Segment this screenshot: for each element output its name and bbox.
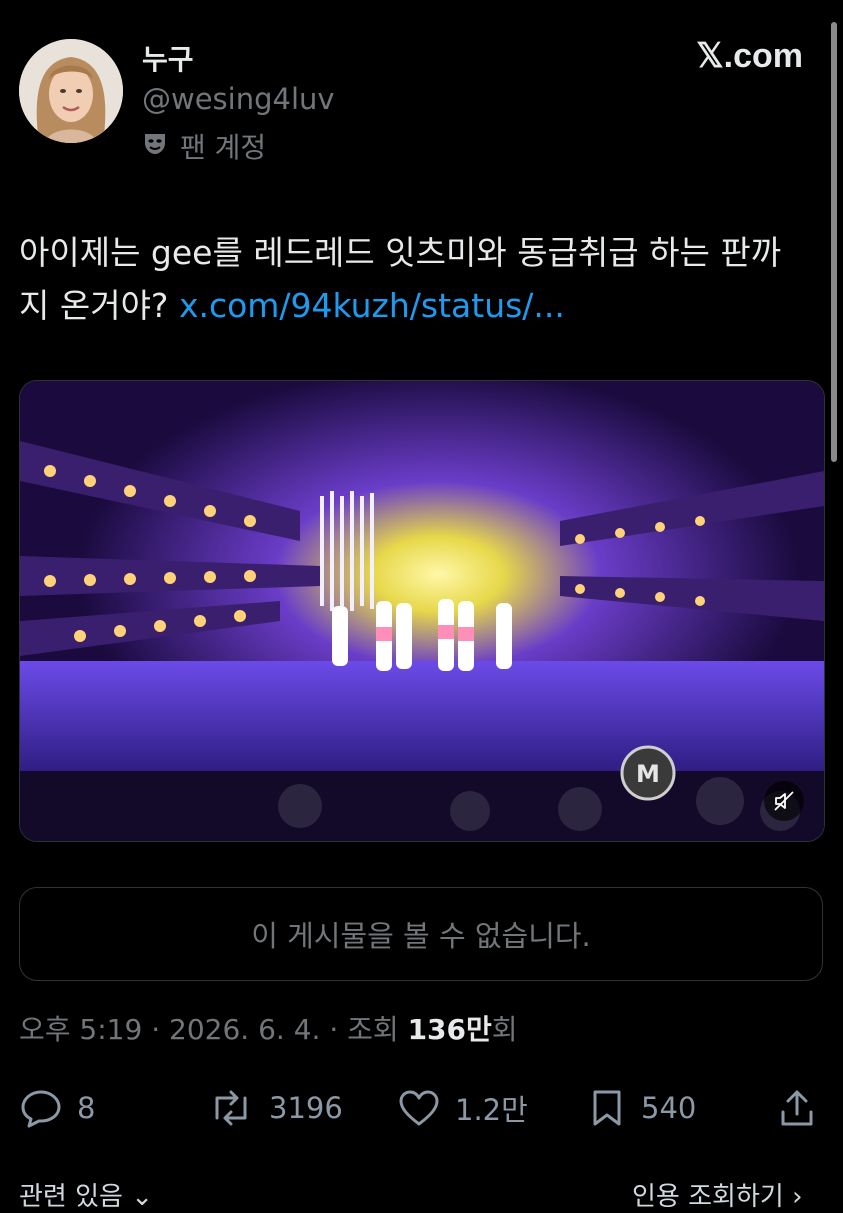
theater-mask-icon	[142, 130, 168, 163]
view-quotes-label: 인용 조회하기	[632, 1182, 784, 1212]
author-display-name[interactable]: 누구	[142, 38, 194, 78]
quoted-post-unavailable: 이 게시물을 볼 수 없습니다.	[19, 887, 823, 981]
author-avatar[interactable]	[19, 39, 123, 143]
retweet-icon	[215, 1090, 247, 1126]
reply-button[interactable]: 8	[19, 1083, 95, 1133]
account-label-row: 팬 계정	[142, 126, 266, 166]
x-logo: 𝕏.com	[696, 37, 803, 75]
bookmark-button[interactable]: 540	[587, 1083, 696, 1133]
chevron-right-icon: ›	[792, 1182, 803, 1212]
views-suffix: 회	[491, 1013, 518, 1046]
tweet-time[interactable]: 오후 5:19	[19, 1013, 142, 1046]
share-button[interactable]	[777, 1083, 817, 1133]
unavailable-text: 이 게시물을 볼 수 없습니다.	[251, 919, 591, 953]
profile-avatar-icon	[19, 39, 123, 143]
retweet-button[interactable]: 3196	[207, 1083, 343, 1133]
speaker-muted-icon	[774, 791, 794, 811]
action-bar: 8 3196 1.2만 540	[19, 1083, 819, 1133]
share-icon	[781, 1090, 813, 1126]
reply-icon	[21, 1090, 61, 1128]
tweet-text: 아이제는 gee를 레드레드 잇츠미와 동급취급 하는 판까지 온거야? x.c…	[19, 226, 809, 332]
bookmark-count: 540	[641, 1091, 697, 1125]
related-filter[interactable]: 관련 있음 ⌄	[19, 1176, 153, 1213]
svg-text:M: M	[636, 760, 660, 788]
view-quotes-link[interactable]: 인용 조회하기 ›	[632, 1176, 802, 1213]
retweet-count: 3196	[269, 1091, 343, 1125]
chevron-down-icon: ⌄	[131, 1182, 154, 1212]
mute-button[interactable]	[764, 781, 804, 821]
scrollbar[interactable]	[831, 22, 837, 462]
tweet-link[interactable]: x.com/94kuzh/status/...	[179, 286, 565, 325]
bookmark-icon	[593, 1090, 621, 1126]
reply-count: 8	[77, 1091, 96, 1125]
tweet-date[interactable]: 2026. 6. 4.	[169, 1013, 320, 1046]
like-count: 1.2만	[455, 1093, 528, 1127]
heart-icon	[399, 1090, 439, 1126]
views-count: 136만	[407, 1013, 492, 1046]
account-label: 팬 계정	[180, 131, 267, 164]
related-filter-label: 관련 있음	[19, 1182, 123, 1212]
meta-separator: ·	[329, 1013, 339, 1046]
like-button[interactable]: 1.2만	[397, 1083, 528, 1133]
tweet-meta: 오후 5:19 · 2026. 6. 4. · 조회 136만회	[19, 1008, 518, 1048]
video-frame: M	[20, 381, 824, 841]
author-handle[interactable]: @wesing4luv	[142, 82, 335, 116]
meta-separator: ·	[151, 1013, 161, 1046]
video-player[interactable]: M	[19, 380, 825, 842]
views-prefix: 조회	[347, 1013, 399, 1046]
